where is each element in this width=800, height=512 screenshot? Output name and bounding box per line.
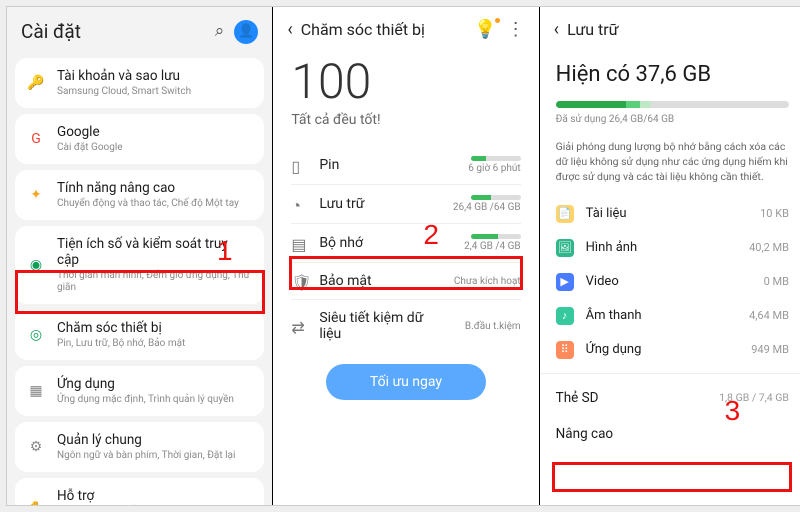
settings-item-sub: Cài đặt Google — [57, 142, 252, 154]
search-icon[interactable]: ⌕ — [215, 21, 225, 41]
advanced-label: Nâng cao — [556, 426, 789, 442]
device-row-value: 6 giờ 6 phút — [461, 163, 521, 174]
storage-header: ‹ Lưu trữ — [540, 7, 800, 48]
storage-cat-1[interactable]: 🖼 Hình ảnh 40,2 MB — [556, 231, 789, 265]
settings-item-icon: ◎ — [27, 326, 45, 344]
storage-title: Lưu trữ — [567, 20, 791, 39]
settings-item-label: Tài khoản và sao lưu — [57, 68, 252, 84]
device-row-luutru[interactable]: ◔ Lưu trữ 26,4 GB /64 GB — [291, 184, 520, 223]
device-row-label: Siêu tiết kiệm dữ liệu — [319, 310, 448, 342]
device-row-icon: ▤ — [291, 235, 307, 251]
storage-cat-value: 4,64 MB — [749, 309, 789, 322]
storage-cat-icon: ⠿ — [556, 341, 574, 359]
settings-item-3[interactable]: ◉ Tiện ích số và kiểm soát truy cập Thời… — [15, 226, 264, 304]
more-icon[interactable]: ⋮ — [507, 19, 525, 40]
device-row-icon: 🛡 — [291, 273, 307, 289]
sd-card-row[interactable]: Thẻ SD 1,8 GB / 7,4 GB — [556, 380, 789, 416]
settings-header: Cài đặt ⌕ 👤 — [7, 7, 272, 52]
storage-bar — [556, 101, 789, 108]
settings-item-icon: ✦ — [27, 186, 45, 204]
settings-item-label: Quản lý chung — [57, 432, 252, 448]
device-row-icon: ▯ — [291, 157, 307, 173]
settings-item-5[interactable]: ▦ Ứng dụng Ứng dụng mặc định, Trình quản… — [15, 366, 264, 416]
device-row-bonho[interactable]: ▤ Bộ nhớ 2,4 GB /4 GB — [291, 223, 520, 262]
settings-item-1[interactable]: G Google Cài đặt Google — [15, 114, 264, 164]
device-row-label: Bộ nhớ — [319, 235, 448, 251]
storage-cat-2[interactable]: ▶ Video 0 MB — [556, 265, 789, 299]
storage-cat-0[interactable]: 📄 Tài liệu 10 KB — [556, 197, 789, 231]
device-row-value: Chưa kích hoạt — [454, 276, 521, 287]
settings-item-label: Tính năng nâng cao — [57, 180, 252, 196]
storage-cat-icon: 🖼 — [556, 239, 574, 257]
storage-cat-label: Hình ảnh — [586, 240, 737, 255]
device-row-sieutk[interactable]: ⇄ Siêu tiết kiệm dữ liệu B.đầu t.kiệm — [291, 299, 520, 352]
optimize-button[interactable]: Tối ưu ngay — [326, 364, 487, 400]
device-score-sub: Tất cả đều tốt! — [291, 112, 520, 128]
available-storage: Hiện có 37,6 GB — [556, 62, 789, 87]
settings-item-icon: ▦ — [27, 382, 45, 400]
settings-item-2[interactable]: ✦ Tính năng nâng cao Chuyển động và thao… — [15, 170, 264, 220]
advanced-row[interactable]: Nâng cao — [556, 416, 789, 454]
storage-cat-3[interactable]: ♪ Âm thanh 4,64 MB — [556, 299, 789, 333]
storage-cat-value: 949 MB — [751, 343, 789, 356]
settings-item-label: Chăm sóc thiết bị — [57, 320, 252, 336]
settings-item-6[interactable]: ⚙ Quản lý chung Ngôn ngữ và bàn phím, Th… — [15, 422, 264, 472]
device-row-label: Pin — [319, 157, 448, 173]
settings-title: Cài đặt — [21, 20, 205, 43]
settings-item-label: Google — [57, 124, 252, 140]
storage-pane: ‹ Lưu trữ Hiện có 37,6 GB Đã sử dụng 26,… — [540, 7, 800, 505]
device-row-label: Lưu trữ — [319, 196, 441, 212]
device-row-value: 2,4 GB /4 GB — [461, 241, 521, 252]
settings-item-sub: Ứng dụng mặc định, Trình quản lý quyền — [57, 394, 252, 406]
settings-item-sub: Pin, Lưu trữ, Bộ nhớ, Bảo mật — [57, 338, 252, 350]
settings-item-icon: 🔑 — [27, 74, 45, 92]
storage-cat-4[interactable]: ⠿ Ứng dụng 949 MB — [556, 333, 789, 367]
settings-item-7[interactable]: ✋ Hỗ trợ Voice Assistant, Âm thanh mono,… — [15, 478, 264, 506]
settings-item-sub: Chuyển động và thao tác, Chế độ Một tay — [57, 198, 252, 210]
back-icon[interactable]: ‹ — [554, 19, 559, 40]
settings-item-0[interactable]: 🔑 Tài khoản và sao lưu Samsung Cloud, Sm… — [15, 58, 264, 108]
device-row-pin[interactable]: ▯ Pin 6 giờ 6 phút — [291, 146, 520, 184]
storage-cat-label: Tài liệu — [586, 206, 748, 221]
sd-card-label: Thẻ SD — [556, 390, 719, 406]
back-icon[interactable]: ‹ — [287, 19, 292, 40]
settings-item-sub: Ngôn ngữ và bàn phím, Thời gian, Đặt lại — [57, 450, 252, 462]
account-avatar[interactable]: 👤 — [234, 19, 258, 44]
usage-summary: Đã sử dụng 26,4 GB/64 GB — [556, 114, 789, 125]
storage-cat-label: Âm thanh — [586, 308, 737, 323]
settings-item-label: Hỗ trợ — [57, 488, 252, 504]
device-row-icon: ⇄ — [291, 318, 307, 334]
device-care-title: Chăm sóc thiết bị — [301, 20, 465, 39]
settings-item-icon: ✋ — [27, 500, 45, 506]
device-row-baomat[interactable]: 🛡 Bảo mật Chưa kích hoạt — [291, 262, 520, 299]
settings-item-icon: ◉ — [27, 256, 45, 274]
storage-cat-label: Video — [586, 274, 752, 289]
device-score: 100 — [291, 58, 520, 106]
settings-item-icon: ⚙ — [27, 438, 45, 456]
device-row-label: Bảo mật — [319, 273, 442, 289]
storage-cat-label: Ứng dụng — [586, 342, 740, 357]
device-care-header: ‹ Chăm sóc thiết bị 💡 ⋮ — [273, 7, 538, 48]
storage-cat-value: 40,2 MB — [749, 241, 789, 254]
settings-item-label: Ứng dụng — [57, 376, 252, 392]
device-row-value: 26,4 GB /64 GB — [453, 202, 521, 213]
tips-icon[interactable]: 💡 — [474, 19, 496, 40]
storage-cat-value: 10 KB — [760, 207, 789, 220]
device-row-icon: ◔ — [291, 196, 307, 212]
storage-cat-icon: ▶ — [556, 273, 574, 291]
settings-item-sub: Thời gian màn hình, Đếm giờ ứng dụng, Th… — [57, 270, 252, 294]
storage-description: Giải phóng dung lượng bộ nhớ bằng cách x… — [556, 139, 789, 185]
settings-item-sub: Samsung Cloud, Smart Switch — [57, 86, 252, 98]
settings-pane: Cài đặt ⌕ 👤 🔑 Tài khoản và sao lưu Samsu… — [7, 7, 273, 505]
settings-item-4[interactable]: ◎ Chăm sóc thiết bị Pin, Lưu trữ, Bộ nhớ… — [15, 310, 264, 360]
settings-item-icon: G — [27, 130, 45, 148]
device-row-value: B.đầu t.kiệm — [461, 321, 521, 332]
device-care-pane: ‹ Chăm sóc thiết bị 💡 ⋮ 100 Tất cả đều t… — [273, 7, 539, 505]
sd-card-value: 1,8 GB / 7,4 GB — [719, 391, 789, 404]
storage-cat-value: 0 MB — [764, 275, 789, 288]
settings-item-label: Tiện ích số và kiểm soát truy cập — [57, 236, 252, 268]
storage-cat-icon: 📄 — [556, 205, 574, 223]
storage-cat-icon: ♪ — [556, 307, 574, 325]
